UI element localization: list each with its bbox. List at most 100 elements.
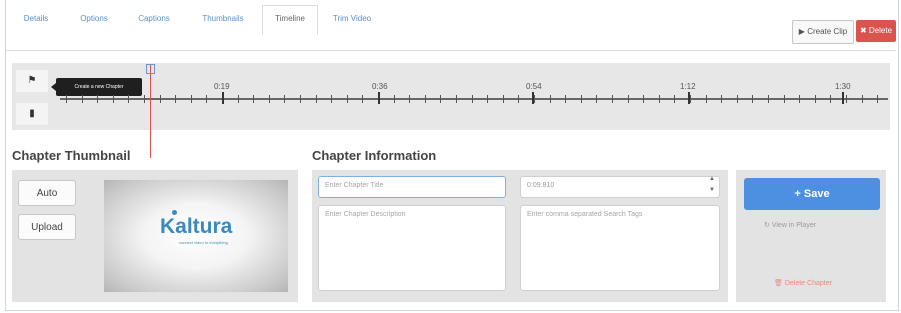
minor-tick <box>456 95 457 103</box>
minor-tick <box>862 95 863 103</box>
timeline-axis <box>60 98 888 100</box>
minor-tick <box>440 95 441 103</box>
tab-options[interactable]: Options <box>72 6 116 32</box>
minor-tick <box>550 95 551 103</box>
trash-icon: ✖ <box>859 26 867 35</box>
chevron-down-icon[interactable]: ▼ <box>709 187 715 193</box>
tab-captions[interactable]: Captions <box>130 6 178 32</box>
minor-tick <box>300 95 301 103</box>
plus-icon: + <box>794 188 801 200</box>
major-tick <box>688 92 690 104</box>
tab-details[interactable]: Details <box>18 6 54 32</box>
minor-tick <box>503 95 504 103</box>
auto-thumbnail-button[interactable]: Auto <box>18 180 76 206</box>
tick-label: 0:19 <box>214 82 230 91</box>
minor-tick <box>612 95 613 103</box>
create-clip-label: Create Clip <box>807 27 848 36</box>
chapter-title-input[interactable]: Enter Chapter Title <box>318 176 506 198</box>
minor-tick <box>596 95 597 103</box>
minor-tick <box>830 95 831 103</box>
minor-tick <box>238 95 239 103</box>
chapter-information-title: Chapter Information <box>312 148 437 163</box>
minor-tick <box>487 95 488 103</box>
save-label: Save <box>803 188 830 200</box>
minor-tick <box>128 95 129 103</box>
chapter-description-input[interactable]: Enter Chapter Description <box>318 205 506 291</box>
trash-icon: 🗑 <box>774 280 783 287</box>
minor-tick <box>815 95 816 103</box>
playhead[interactable] <box>150 64 151 158</box>
minor-tick <box>846 95 847 103</box>
minor-tick <box>269 95 270 103</box>
chevron-up-icon[interactable]: ▲ <box>709 176 715 182</box>
tab-thumbnails[interactable]: Thumbnails <box>194 6 252 32</box>
minor-tick <box>690 95 691 103</box>
clip-icon: ▶ <box>798 27 805 36</box>
minor-tick <box>394 95 395 103</box>
tab-trim-video[interactable]: Trim Video <box>328 6 376 32</box>
tick-label: 1:30 <box>835 82 851 91</box>
minor-tick <box>362 95 363 103</box>
file-icon: ▮ <box>29 108 35 119</box>
minor-tick <box>659 95 660 103</box>
kaltura-logo-tagline: connect video to everything <box>179 240 228 245</box>
major-tick <box>378 92 380 104</box>
minor-tick <box>331 95 332 103</box>
tick-label: 0:36 <box>372 82 388 91</box>
save-button[interactable]: + Save <box>744 178 880 210</box>
add-slide-button[interactable]: ▮ <box>16 103 48 125</box>
view-in-player-link[interactable]: ↻ View in Player <box>764 221 816 229</box>
add-chapter-tooltip: Create a new Chapter <box>51 78 142 96</box>
chapter-time-input[interactable]: 0:09.810 <box>520 176 720 198</box>
chapter-thumbnail-title: Chapter Thumbnail <box>12 148 131 163</box>
minor-tick <box>784 95 785 103</box>
minor-tick <box>191 95 192 103</box>
minor-tick <box>706 95 707 103</box>
kaltura-logo: Kaltura <box>160 215 233 238</box>
tick-label: 1:12 <box>680 82 696 91</box>
upload-thumbnail-button[interactable]: Upload <box>18 214 76 240</box>
minor-tick <box>737 95 738 103</box>
minor-tick <box>425 95 426 103</box>
minor-tick <box>316 95 317 103</box>
minor-tick <box>284 95 285 103</box>
minor-tick <box>175 95 176 103</box>
minor-tick <box>409 95 410 103</box>
search-tags-input[interactable]: Enter comma separated Search Tags <box>520 205 720 291</box>
minor-tick <box>82 95 83 103</box>
delete-chapter-link[interactable]: 🗑 Delete Chapter <box>774 279 832 287</box>
delete-entry-button[interactable]: ✖ Delete <box>856 20 896 42</box>
minor-tick <box>160 95 161 103</box>
major-tick <box>532 92 534 104</box>
minor-tick <box>768 95 769 103</box>
minor-tick <box>253 95 254 103</box>
minor-tick <box>565 95 566 103</box>
delete-chapter-label: Delete Chapter <box>784 280 832 287</box>
tab-timeline[interactable]: Timeline <box>262 5 318 35</box>
major-tick <box>222 92 224 104</box>
chapter-marker[interactable] <box>146 64 155 74</box>
refresh-icon: ↻ <box>764 222 770 229</box>
minor-tick <box>721 95 722 103</box>
minor-tick <box>144 95 145 103</box>
minor-tick <box>799 95 800 103</box>
minor-tick <box>877 95 878 103</box>
minor-tick <box>643 95 644 103</box>
add-chapter-button[interactable]: ⚑ <box>16 70 48 92</box>
major-tick <box>842 92 844 104</box>
minor-tick <box>518 95 519 103</box>
minor-tick <box>674 95 675 103</box>
create-clip-button[interactable]: ▶ Create Clip <box>792 20 854 44</box>
bookmark-icon: ⚑ <box>27 75 37 86</box>
minor-tick <box>206 95 207 103</box>
minor-tick <box>66 95 67 103</box>
minor-tick <box>113 95 114 103</box>
minor-tick <box>534 95 535 103</box>
minor-tick <box>752 95 753 103</box>
minor-tick <box>581 95 582 103</box>
delete-entry-label: Delete <box>868 26 893 35</box>
tick-label: 0:54 <box>526 82 542 91</box>
view-in-player-label: View in Player <box>771 222 817 229</box>
minor-tick <box>628 95 629 103</box>
minor-tick <box>472 95 473 103</box>
